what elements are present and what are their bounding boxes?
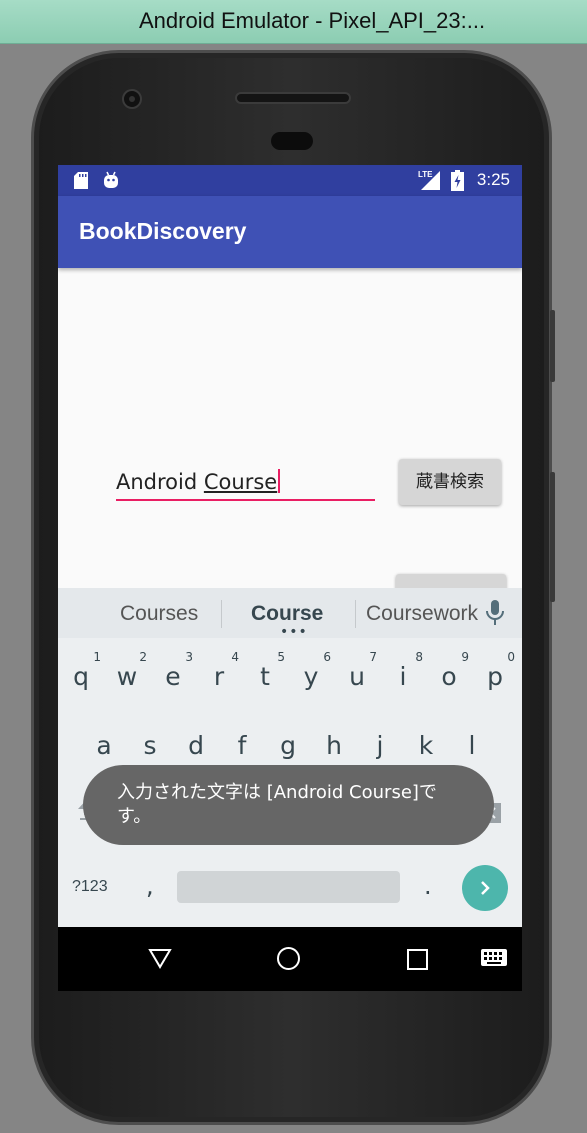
key-hint: 9 (461, 650, 469, 664)
key-t[interactable]: 5t (242, 650, 288, 691)
status-bar: LTE 3:25 (58, 165, 522, 196)
key-hint: 8 (415, 650, 423, 664)
search-input[interactable]: Android Course (116, 467, 375, 501)
clock: 3:25 (476, 170, 510, 189)
chevron-right-icon (481, 881, 490, 895)
key-k[interactable]: k (403, 731, 449, 760)
proximity-sensor (271, 132, 313, 150)
key-label: e (165, 662, 181, 691)
earpiece-speaker (235, 92, 351, 104)
key-label: w (116, 662, 138, 691)
microphone-icon[interactable] (486, 600, 504, 626)
key-label: p (487, 662, 503, 691)
input-underline (116, 499, 375, 501)
key-hint: 5 (277, 650, 285, 664)
key-label: t (260, 662, 270, 691)
key-label: r (213, 662, 225, 691)
key-hint: 7 (369, 650, 377, 664)
key-hint: 6 (323, 650, 331, 664)
key-g[interactable]: g (265, 731, 311, 760)
sd-card-icon (74, 172, 88, 189)
key-label: q (73, 662, 89, 691)
suggestion-left[interactable]: Courses (120, 602, 198, 626)
suggestion-divider (355, 600, 356, 628)
period-key[interactable]: . (424, 872, 432, 900)
input-composing-word: Course (203, 470, 278, 494)
key-hint: 2 (139, 650, 147, 664)
emulator-title-bar: Android Emulator - Pixel_API_23:... (0, 0, 587, 44)
front-camera (122, 89, 142, 109)
suggestion-divider (221, 600, 222, 628)
key-d[interactable]: d (173, 731, 219, 760)
key-j[interactable]: j (357, 731, 403, 760)
key-hint: 4 (231, 650, 239, 664)
search-input-text: Android Course (116, 469, 281, 494)
key-h[interactable]: h (311, 731, 357, 760)
text-cursor (278, 469, 281, 493)
key-r[interactable]: 4r (196, 650, 242, 691)
device-screen: LTE 3:25 BookDiscovery Android Course 蔵書… (58, 165, 522, 991)
key-i[interactable]: 8i (380, 650, 426, 691)
more-suggestions-dots[interactable]: ••• (280, 625, 308, 639)
key-label: u (349, 662, 365, 691)
spacebar[interactable] (177, 871, 400, 903)
power-button (550, 310, 555, 382)
key-u[interactable]: 7u (334, 650, 380, 691)
navigation-bar (58, 927, 522, 991)
input-text-prefix: Android (116, 470, 204, 494)
key-s[interactable]: s (127, 731, 173, 760)
enter-key[interactable] (462, 865, 508, 911)
key-w[interactable]: 2w (104, 650, 150, 691)
key-label: o (441, 662, 457, 691)
signal-icon (421, 171, 440, 190)
key-o[interactable]: 9o (426, 650, 472, 691)
key-l[interactable]: l (449, 731, 495, 760)
back-icon[interactable] (148, 947, 172, 969)
android-debug-icon (104, 171, 118, 188)
key-label: y (303, 662, 319, 691)
key-f[interactable]: f (219, 731, 265, 760)
app-bar: BookDiscovery (58, 196, 522, 268)
home-icon[interactable] (276, 946, 301, 971)
key-hint: 1 (93, 650, 101, 664)
toast-message: 入力された文字は [Android Course]です。 (83, 765, 494, 845)
recents-icon[interactable] (407, 949, 428, 970)
search-books-button[interactable]: 蔵書検索 (399, 459, 501, 505)
suggestion-right[interactable]: Coursework (366, 602, 478, 626)
soft-keyboard: Courses Course ••• Coursework 1q 2w 3e 4… (58, 588, 522, 927)
key-q[interactable]: 1q (58, 650, 104, 691)
battery-icon (451, 170, 464, 191)
suggestion-center[interactable]: Course (251, 602, 323, 626)
key-hint: 3 (185, 650, 193, 664)
key-y[interactable]: 6y (288, 650, 334, 691)
key-a[interactable]: a (81, 731, 127, 760)
window-title: Android Emulator - Pixel_API_23:... (139, 8, 486, 33)
key-hint: 0 (507, 650, 515, 664)
key-e[interactable]: 3e (150, 650, 196, 691)
keyboard-switch-icon[interactable] (481, 949, 507, 968)
app-title: BookDiscovery (79, 218, 247, 244)
key-label: i (399, 662, 407, 691)
volume-button (550, 472, 555, 602)
symbols-key[interactable]: ?123 (72, 878, 108, 896)
suggestion-strip: Courses Course ••• Coursework (58, 588, 522, 639)
comma-key[interactable]: , (146, 872, 154, 900)
key-p[interactable]: 0p (472, 650, 518, 691)
